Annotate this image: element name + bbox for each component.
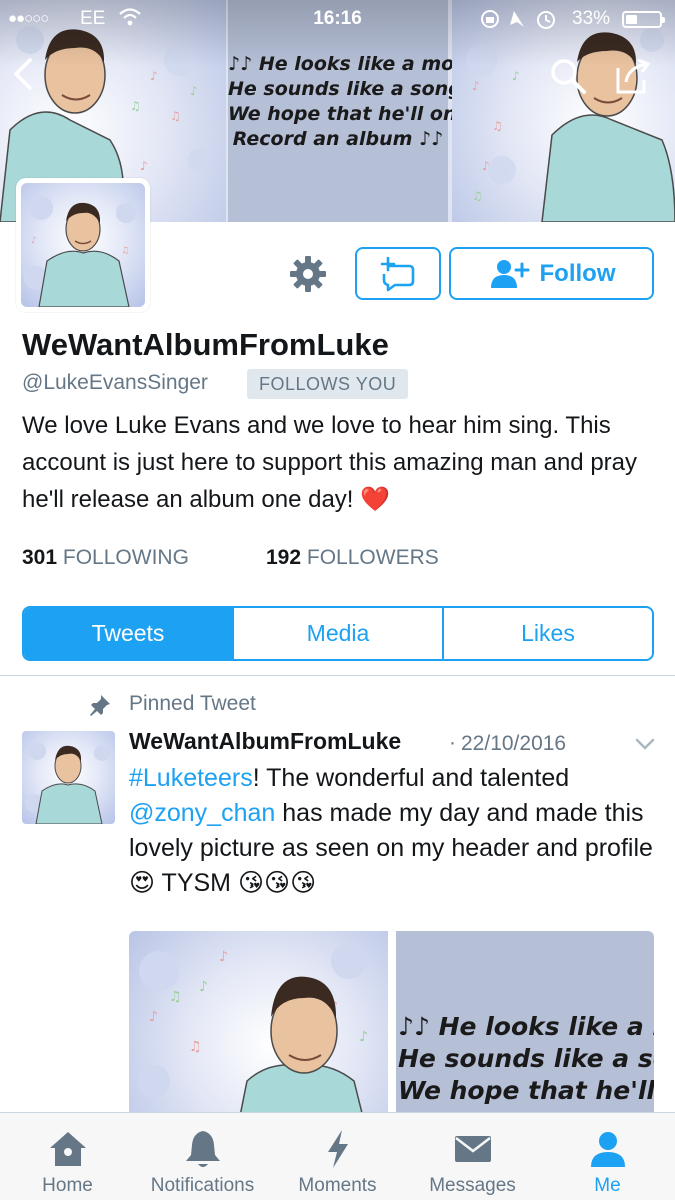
svg-text:♫: ♫ xyxy=(130,99,141,113)
mention-link[interactable]: @zony_chan xyxy=(129,799,275,827)
svg-text:♪: ♪ xyxy=(472,79,480,93)
tweet-text-part: TYSM xyxy=(155,869,238,897)
home-icon xyxy=(49,1132,86,1166)
battery-percentage: 33% xyxy=(572,8,611,29)
tab-media[interactable]: Media xyxy=(232,608,442,659)
svg-text:♫: ♫ xyxy=(169,989,182,1005)
banner-quote-line: Record an album ♪♪ xyxy=(232,128,444,150)
svg-text:♪: ♪ xyxy=(190,84,198,98)
profile-bio: We love Luke Evans and we love to hear h… xyxy=(22,407,662,518)
tabbar-label: Home xyxy=(42,1175,93,1196)
profile-tabs: Tweets Media Likes xyxy=(22,606,654,661)
share-button[interactable] xyxy=(612,56,652,96)
envelope-icon xyxy=(454,1136,491,1162)
tweet-options-button[interactable] xyxy=(632,733,658,755)
followers-count: 192 xyxy=(266,546,302,569)
profile-display-name: WeWantAlbumFromLuke xyxy=(22,327,389,362)
tweet-media: ♪♫♪♪ ♫♪♪ ♪♪ He looks like a mo He sounds… xyxy=(129,931,654,1121)
svg-text:♫: ♫ xyxy=(189,1039,202,1055)
tweet-text-part: ! The wonderful and talented xyxy=(252,764,570,792)
follow-button-label: Follow xyxy=(539,259,616,287)
direct-message-button[interactable] xyxy=(355,247,441,300)
person-icon xyxy=(590,1132,625,1167)
hashtag-link[interactable]: #Luketeers xyxy=(129,764,253,792)
avatar-image: ♪ ♫ xyxy=(21,183,145,307)
chevron-left-icon xyxy=(14,58,32,90)
svg-text:♫: ♫ xyxy=(492,119,503,133)
svg-text:♫: ♫ xyxy=(121,246,129,256)
svg-text:♪: ♪ xyxy=(482,159,490,173)
media-quote-line: He sounds like a son xyxy=(398,1044,654,1073)
media-quote-line: We hope that he'll one xyxy=(398,1076,654,1105)
profile-bio-text: We love Luke Evans and we love to hear h… xyxy=(22,412,637,513)
followers-stat[interactable]: 192 FOLLOWERS xyxy=(266,546,439,570)
follow-button[interactable]: Follow xyxy=(449,247,654,300)
svg-text:♪: ♪ xyxy=(219,949,228,965)
profile-handle: @LukeEvansSinger xyxy=(22,371,208,394)
heart-eyes-emoji: 😍 xyxy=(129,869,156,897)
svg-text:♪: ♪ xyxy=(359,1029,368,1045)
tab-tweets[interactable]: Tweets xyxy=(24,608,232,659)
media-quote-text: ♪♪ He looks like a mo He sounds like a s… xyxy=(398,1011,654,1107)
tabbar-label: Notifications xyxy=(150,1175,255,1196)
tweet-media-image-drawing[interactable]: ♪♫♪♪ ♫♪♪ xyxy=(129,931,388,1121)
tweet-separator: · xyxy=(449,731,456,754)
back-button[interactable] xyxy=(8,54,44,94)
tabbar-label: Moments xyxy=(298,1175,377,1196)
pinned-tweet-label: Pinned Tweet xyxy=(129,692,256,715)
settings-button[interactable] xyxy=(286,252,330,296)
chevron-down-icon xyxy=(635,738,655,750)
profile-avatar[interactable]: ♪ ♫ xyxy=(16,178,150,312)
following-label: FOLLOWING xyxy=(62,546,189,569)
lightning-icon xyxy=(327,1130,348,1168)
svg-text:♪: ♪ xyxy=(199,979,208,995)
tweet-author-name[interactable]: WeWantAlbumFromLuke xyxy=(129,728,401,755)
status-icons xyxy=(480,7,566,36)
svg-text:♪: ♪ xyxy=(512,69,520,83)
svg-text:♫: ♫ xyxy=(472,189,483,203)
tweet-text: #Luketeers! The wonderful and talented @… xyxy=(129,761,659,901)
tabbar-home[interactable]: Home xyxy=(0,1113,135,1200)
followers-label: FOLLOWERS xyxy=(306,546,439,569)
media-quote-line: ♪♪ He looks like a mo xyxy=(398,1012,654,1041)
heart-emoji: ❤️ xyxy=(360,486,391,513)
pin-icon xyxy=(88,693,112,717)
bell-icon xyxy=(185,1131,220,1167)
tweet-media-image-quote[interactable]: ♪♪ He looks like a mo He sounds like a s… xyxy=(396,931,654,1121)
tweet-author-avatar[interactable] xyxy=(22,731,115,824)
battery-icon xyxy=(622,11,665,28)
following-stat[interactable]: 301 FOLLOWING xyxy=(22,546,189,570)
direct-message-icon xyxy=(380,256,415,292)
status-bar: ●●○○○ EE 16:16 33% xyxy=(0,0,675,40)
svg-text:♫: ♫ xyxy=(170,109,181,123)
add-user-icon xyxy=(490,259,529,288)
banner-quote-text: ♪♪ He looks like a movie He sounds like … xyxy=(228,52,515,152)
tabbar-moments[interactable]: Moments xyxy=(270,1113,405,1200)
search-button[interactable] xyxy=(548,56,588,96)
battery-level-fill xyxy=(626,15,637,24)
lock-location-alarm-icons xyxy=(481,10,555,29)
share-icon xyxy=(616,58,651,94)
kiss-emoji: 😘😘😘 xyxy=(237,869,317,897)
tabbar-label: Messages xyxy=(429,1175,516,1196)
svg-text:♪: ♪ xyxy=(150,69,158,83)
follows-you-badge: FOLLOWS YOU xyxy=(247,369,409,399)
search-icon xyxy=(551,59,586,94)
banner-quote-line: ♪♪ He looks like a movie xyxy=(228,53,487,75)
tabbar-me[interactable]: Me xyxy=(540,1113,675,1200)
following-count: 301 xyxy=(22,546,58,569)
tabbar-notifications[interactable]: Notifications xyxy=(135,1113,270,1200)
svg-text:♪: ♪ xyxy=(140,159,148,173)
tabbar-messages[interactable]: Messages xyxy=(405,1113,540,1200)
divider xyxy=(0,675,675,676)
banner-quote-line: He sounds like a song xyxy=(228,78,462,100)
tabbar-label: Me xyxy=(594,1175,621,1196)
bottom-tab-bar: Home Notifications Moments Messages Me xyxy=(0,1112,675,1200)
banner-quote-line: We hope that he'll one day xyxy=(228,103,515,125)
svg-text:♪: ♪ xyxy=(149,1009,158,1025)
tweet-timestamp: 22/10/2016 xyxy=(461,732,567,755)
svg-text:♪: ♪ xyxy=(31,236,37,246)
gear-icon xyxy=(290,256,326,292)
tab-likes[interactable]: Likes xyxy=(442,608,652,659)
